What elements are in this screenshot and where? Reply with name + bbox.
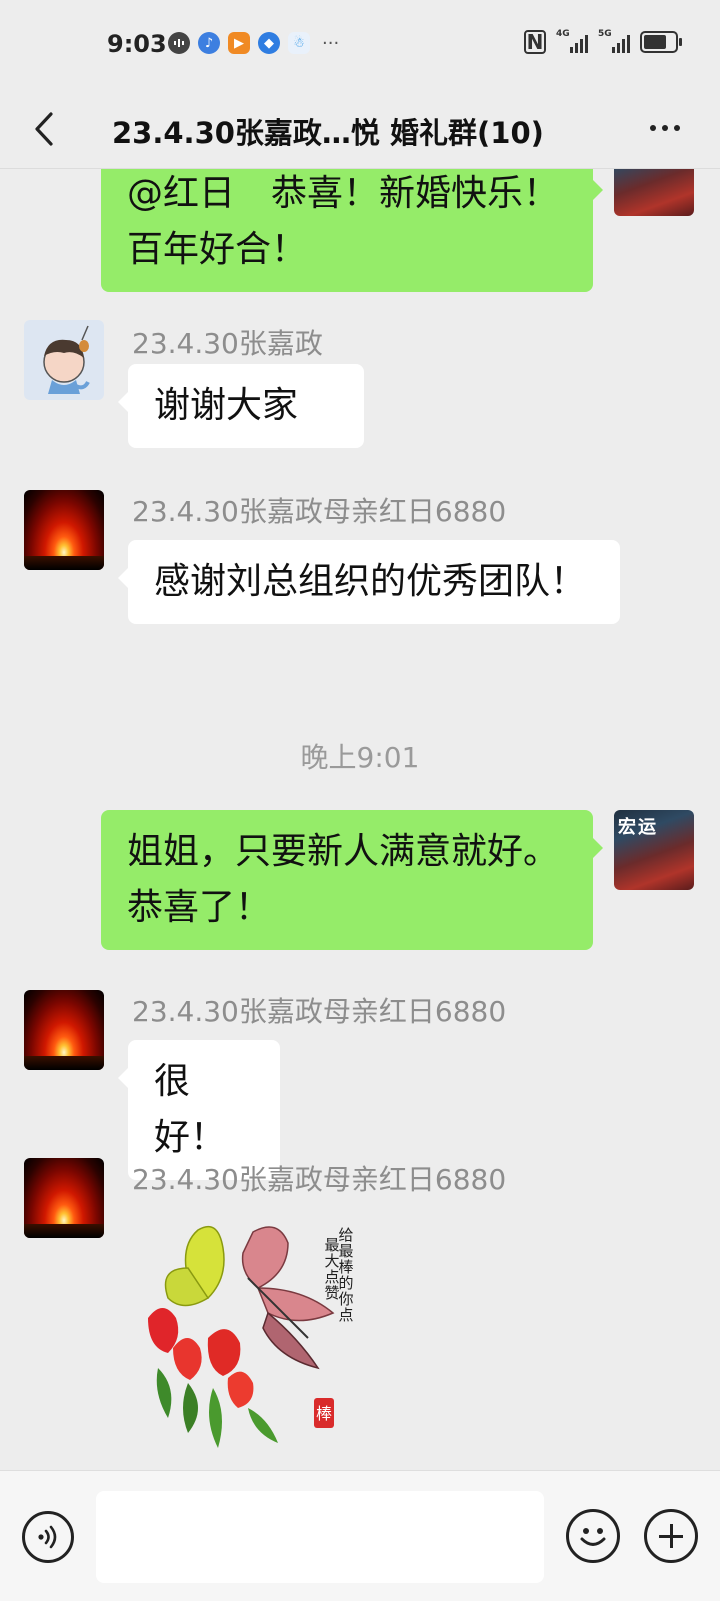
- signal-icon: 4G: [556, 29, 588, 53]
- chat-area[interactable]: @红日 恭喜！新婚快乐！百年好合！ 宏运 23.4.30张嘉政 谢谢大家 23.…: [0, 168, 720, 1470]
- more-notifications-icon: ···: [322, 32, 340, 54]
- signal-icon-2: 5G: [598, 29, 630, 53]
- notification-icons: ♪ ▶ ◆ ☃ ···: [168, 32, 339, 54]
- cartoon-avatar-icon: [43, 325, 90, 394]
- sender-name: 23.4.30张嘉政母亲红日6880: [132, 1163, 507, 1196]
- status-time: 9:03: [107, 30, 167, 58]
- sticker-image[interactable]: 给最棒的你点最大点赞 棒: [128, 1218, 378, 1453]
- message-bubble-outgoing[interactable]: @红日 恭喜！新婚快乐！百年好合！: [101, 168, 603, 292]
- message-input[interactable]: [96, 1491, 544, 1583]
- seal-text: 棒: [316, 1404, 332, 1423]
- sender-avatar[interactable]: [24, 490, 104, 570]
- message-text: 很好！: [154, 1061, 227, 1158]
- music-icon: ♪: [198, 32, 220, 54]
- message-bubble-outgoing[interactable]: 姐姐，只要新人满意就好。恭喜了！: [101, 810, 603, 950]
- chat-header: 23.4.30张嘉政…悦 婚礼群(10): [0, 90, 720, 169]
- message-bubble-incoming[interactable]: 谢谢大家: [118, 364, 364, 448]
- avatar-shop-sign: 宏运: [618, 817, 658, 838]
- chat-title: 23.4.30张嘉政…悦 婚礼群(10): [112, 116, 544, 150]
- network-label-1: 4G: [556, 29, 570, 39]
- message-text: 姐姐，只要新人满意就好。恭喜了！: [127, 831, 560, 928]
- more-dot-icon: [674, 125, 680, 131]
- qq-icon: ☃: [288, 32, 310, 54]
- emoji-button[interactable]: [566, 1509, 620, 1563]
- chevron-left-icon: [35, 112, 53, 146]
- more-dot-icon: [662, 125, 668, 131]
- nfc-icon: N: [524, 30, 546, 54]
- more-options-button[interactable]: [640, 108, 690, 148]
- sender-avatar[interactable]: [24, 990, 104, 1070]
- more-functions-button[interactable]: [644, 1509, 698, 1563]
- browser-icon: ◆: [258, 32, 280, 54]
- media-icon: [168, 32, 190, 54]
- video-app-icon: ▶: [228, 32, 250, 54]
- message-bubble-incoming[interactable]: 感谢刘总组织的优秀团队！: [118, 540, 620, 624]
- my-avatar[interactable]: 宏运: [614, 810, 694, 890]
- smiley-icon: [580, 1528, 606, 1546]
- sender-avatar[interactable]: [24, 320, 104, 400]
- sender-name: 23.4.30张嘉政母亲红日6880: [132, 495, 507, 528]
- message-text: 感谢刘总组织的优秀团队！: [154, 561, 587, 602]
- battery-icon: [640, 31, 682, 53]
- sender-name: 23.4.30张嘉政母亲红日6880: [132, 995, 507, 1028]
- sender-name: 23.4.30张嘉政: [132, 327, 323, 360]
- my-avatar[interactable]: 宏运: [614, 168, 694, 216]
- status-bar: 9:03 ♪ ▶ ◆ ☃ ··· N 4G 5G: [0, 0, 720, 90]
- battery-fill: [644, 35, 666, 49]
- more-dot-icon: [650, 125, 656, 131]
- system-icons: N 4G 5G: [524, 29, 682, 54]
- sender-avatar[interactable]: [24, 1158, 104, 1238]
- timestamp-divider: 晚上9:01: [300, 741, 420, 774]
- message-text: @红日 恭喜！新婚快乐！百年好合！: [127, 173, 560, 270]
- message-text: 谢谢大家: [154, 385, 299, 426]
- voice-input-button[interactable]: [22, 1511, 74, 1563]
- network-label-2: 5G: [598, 29, 612, 39]
- input-bar: [0, 1470, 720, 1601]
- voice-icon: [38, 1525, 57, 1549]
- back-button[interactable]: [24, 106, 64, 152]
